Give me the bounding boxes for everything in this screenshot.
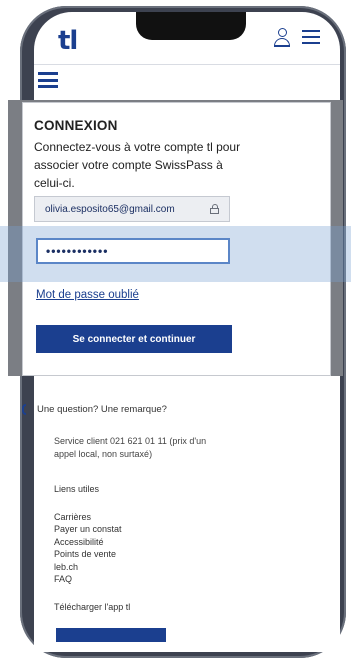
link-careers[interactable]: Carrières [54,511,122,523]
link-points-of-sale[interactable]: Points de vente [54,548,122,560]
app-store-button[interactable] [56,628,166,642]
password-field[interactable]: •••••••••••• [36,238,230,264]
menu-icon[interactable] [302,30,320,44]
service-info: Service client 021 621 01 11 (prix d'un … [54,436,207,459]
email-field[interactable]: olivia.esposito65@gmail.com [34,196,230,222]
nav-divider [34,64,340,65]
notch [136,12,246,40]
link-pay-fine[interactable]: Payer un constat [54,523,122,535]
login-description: Connectez-vous à votre compte tl pour as… [34,140,241,190]
password-value: •••••••••••• [46,244,109,258]
email-value: olivia.esposito65@gmail.com [45,203,175,215]
user-icon[interactable] [274,28,290,47]
forgot-password-link[interactable]: Mot de passe oublié [36,289,139,301]
link-accessibility[interactable]: Accessibilité [54,536,122,548]
login-title: CONNEXION [34,118,118,133]
contact-row: Une question? Une remarque? [22,404,167,415]
login-submit-button[interactable]: Se connecter et continuer [36,325,232,353]
top-icons [274,28,320,47]
link-faq[interactable]: FAQ [54,573,122,585]
contact-text[interactable]: Une question? Une remarque? [37,404,167,415]
hamburger-menu-icon[interactable] [38,72,58,88]
phone-icon [22,404,31,415]
useful-links: Carrières Payer un constat Accessibilité… [54,511,122,585]
lock-icon [210,204,219,214]
download-app-title: Télécharger l'app tl [54,602,131,612]
links-title: Liens utiles [54,484,100,494]
tl-logo[interactable]: tl [58,26,78,56]
link-leb[interactable]: leb.ch [54,561,122,573]
